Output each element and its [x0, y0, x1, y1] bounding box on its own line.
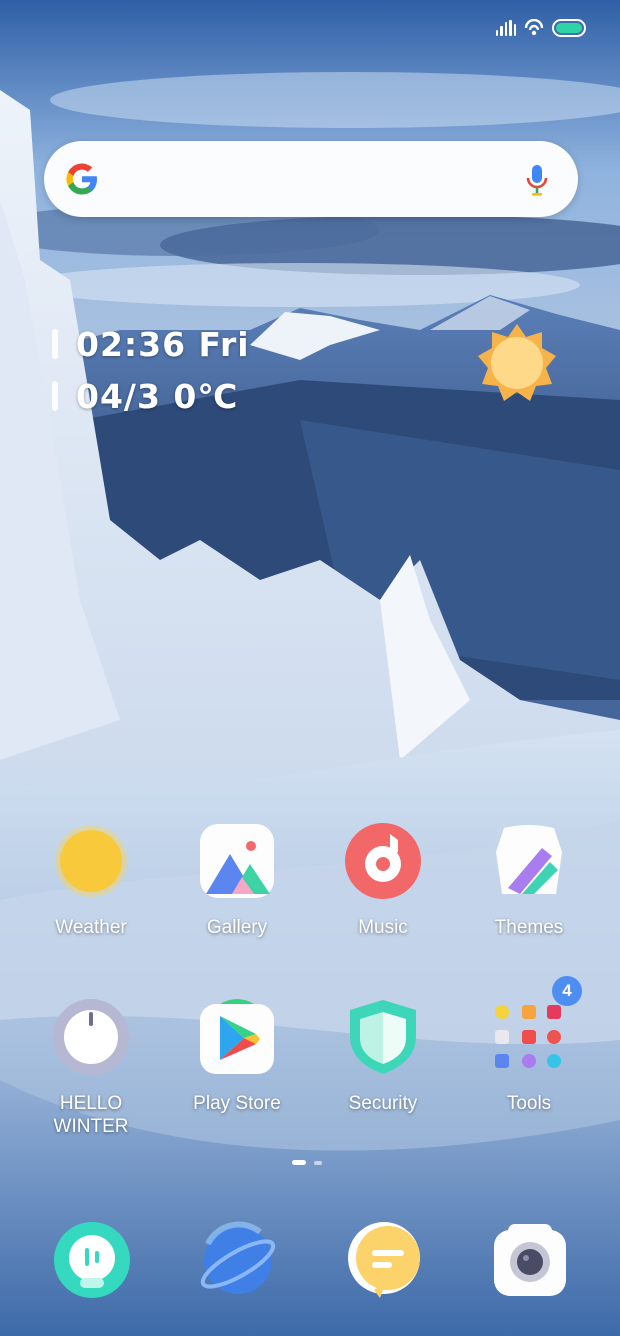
google-search-bar[interactable] [44, 141, 578, 217]
camera-icon[interactable] [490, 1220, 570, 1300]
battery-icon [552, 19, 586, 37]
app-label: Music [358, 917, 408, 938]
weather-sun-icon [52, 822, 130, 900]
app-label: Play Store [193, 1093, 281, 1114]
notification-badge: 4 [552, 976, 582, 1006]
app-music[interactable]: Music [310, 822, 456, 939]
gallery-icon [198, 822, 276, 900]
wifi-icon [524, 19, 544, 36]
clock-accent-bar [52, 381, 58, 411]
app-label: Themes [494, 917, 564, 938]
google-logo-icon [66, 163, 97, 195]
microphone-icon[interactable] [526, 163, 548, 197]
clock-time-day: 02:36 Fri [76, 324, 250, 364]
page-dot-current [292, 1160, 306, 1165]
phone-icon[interactable] [52, 1220, 132, 1300]
hello-winter-icon [52, 998, 130, 1076]
app-label: Security [348, 1093, 418, 1114]
app-label: HELLO WINTER [53, 1093, 129, 1137]
app-security[interactable]: Security [310, 998, 456, 1115]
clock-accent-bar [52, 329, 58, 359]
play-store-icon [198, 998, 276, 1076]
security-shield-icon [344, 998, 422, 1076]
app-label: Tools [506, 1093, 552, 1114]
page-indicator[interactable] [292, 1160, 322, 1165]
status-bar [495, 14, 586, 42]
weather-sun-icon[interactable] [476, 322, 558, 404]
app-themes[interactable]: Themes [456, 822, 602, 939]
app-tools-folder[interactable]: 4 Tools [456, 976, 602, 1115]
themes-icon [490, 822, 568, 900]
app-gallery[interactable]: Gallery [164, 822, 310, 939]
clock-date-temperature: 04/3 0℃ [76, 376, 239, 416]
browser-icon[interactable] [198, 1220, 278, 1300]
app-label: Gallery [206, 917, 268, 938]
page-dot [314, 1160, 322, 1165]
music-icon [344, 822, 422, 900]
app-play-store[interactable]: Play Store [164, 998, 310, 1115]
messaging-icon[interactable] [344, 1220, 424, 1300]
tools-folder-icon: 4 [490, 976, 582, 1076]
clock-widget[interactable]: 02:36 Fri 04/3 0℃ [52, 318, 250, 422]
app-weather[interactable]: Weather [18, 822, 164, 939]
app-label: Weather [55, 917, 127, 938]
signal-icon [495, 20, 516, 36]
app-hello-winter[interactable]: HELLO WINTER [18, 998, 164, 1138]
